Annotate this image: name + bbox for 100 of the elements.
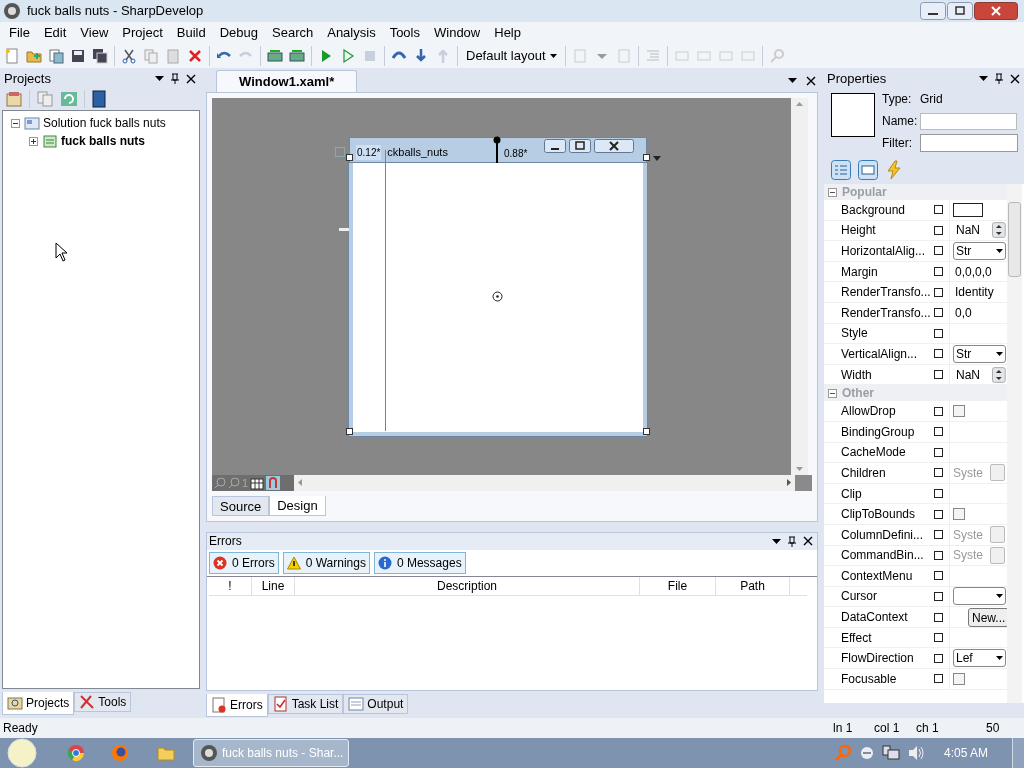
categorized-view-icon[interactable] [831, 160, 851, 180]
property-name[interactable]: ClipToBounds [824, 505, 931, 524]
tray-circle-icon[interactable] [859, 746, 874, 760]
filter-button[interactable]: 0 Errors [209, 551, 279, 574]
property-name[interactable]: HorizontalAlig... [824, 242, 931, 260]
window-title-bar[interactable]: 0.12* ckballs_nuts 0.88* [349, 136, 647, 163]
column-splitter-handle[interactable] [493, 135, 501, 163]
save-all-icon[interactable] [92, 47, 108, 64]
scroll-right-icon[interactable] [787, 479, 791, 487]
dropdown-icon[interactable] [788, 78, 797, 84]
snap-grid-icon[interactable] [250, 475, 265, 490]
pane-tab[interactable]: Projects [2, 692, 75, 715]
step-into-icon[interactable] [413, 47, 429, 64]
reset-marker-icon[interactable] [934, 287, 943, 297]
reset-marker-icon[interactable] [934, 205, 943, 215]
property-name[interactable]: AllowDrop [824, 402, 931, 421]
cut-icon[interactable] [121, 47, 137, 64]
menu-item[interactable]: View [73, 22, 116, 43]
property-value[interactable]: 0,0 [953, 303, 972, 322]
property-name[interactable]: BindingGroup [824, 422, 931, 441]
filter-button[interactable]: 0 Messages [373, 551, 466, 574]
book-icon[interactable] [91, 89, 107, 108]
property-name[interactable]: Effect [824, 628, 931, 647]
pane-tab[interactable]: Task List [267, 694, 344, 715]
reset-marker-icon[interactable] [934, 653, 943, 663]
menu-item[interactable]: Project [115, 22, 170, 43]
close-icon[interactable] [806, 75, 816, 86]
column-header[interactable]: ! [209, 576, 252, 595]
start-button[interactable] [7, 738, 37, 768]
reset-marker-icon[interactable] [934, 447, 943, 457]
pane-tab[interactable]: Output [343, 694, 409, 715]
checkbox[interactable] [953, 672, 965, 685]
reset-marker-icon[interactable] [934, 370, 943, 380]
resize-handle[interactable] [346, 427, 353, 435]
reset-marker-icon[interactable] [934, 349, 943, 359]
property-scrollbar[interactable] [1007, 184, 1022, 703]
reset-marker-icon[interactable] [934, 674, 943, 684]
reset-marker-icon[interactable] [934, 427, 943, 437]
reset-marker-icon[interactable] [934, 308, 943, 318]
property-name[interactable]: Background [824, 200, 931, 219]
document-tab[interactable]: Window1.xaml* [216, 69, 358, 92]
property-dropdown[interactable] [953, 587, 1006, 606]
collapse-icon[interactable] [828, 187, 837, 197]
filter-button[interactable]: 0 Warnings [282, 551, 370, 574]
pin-icon[interactable] [171, 73, 179, 84]
menu-item[interactable]: Build [169, 22, 213, 43]
property-name[interactable]: Clip [824, 484, 931, 503]
reset-marker-icon[interactable] [934, 633, 943, 643]
maximize-icon[interactable] [569, 138, 591, 153]
spin-button[interactable] [992, 222, 1006, 239]
row-handle-icon[interactable] [339, 227, 349, 231]
view-tab[interactable]: Design [269, 495, 326, 516]
reset-marker-icon[interactable] [934, 550, 943, 560]
property-name[interactable]: CommandBin... [824, 546, 931, 565]
reset-marker-icon[interactable] [934, 571, 943, 581]
menu-item[interactable]: Edit [36, 22, 74, 43]
dropdown-icon[interactable] [772, 538, 781, 544]
reset-marker-icon[interactable] [934, 406, 943, 416]
reset-marker-icon[interactable] [934, 468, 943, 478]
tree-item[interactable]: Solution fuck balls nuts [43, 114, 166, 132]
alphabetical-view-icon[interactable] [858, 160, 878, 180]
chrome-icon[interactable] [67, 744, 85, 762]
volume-icon[interactable] [907, 745, 926, 761]
menu-item[interactable]: Analysis [320, 22, 383, 43]
color-swatch[interactable] [953, 202, 983, 217]
property-name[interactable]: Style [824, 324, 931, 343]
resize-handle[interactable] [643, 427, 650, 435]
close-icon[interactable] [803, 536, 813, 547]
minimize-icon[interactable] [544, 138, 566, 153]
collapse-icon[interactable] [11, 118, 20, 128]
property-name[interactable]: RenderTransfo... [824, 303, 931, 322]
reset-marker-icon[interactable] [934, 328, 943, 338]
filter-field[interactable] [920, 134, 1018, 152]
reset-marker-icon[interactable] [934, 509, 943, 519]
property-name[interactable]: CacheMode [824, 443, 931, 462]
menu-item[interactable]: File [2, 22, 37, 43]
pin-icon[interactable] [788, 535, 796, 547]
resize-handle[interactable] [346, 153, 353, 161]
reset-marker-icon[interactable] [934, 246, 943, 256]
property-value[interactable]: 0,0,0,0 [953, 262, 992, 281]
firefox-icon[interactable] [111, 744, 129, 762]
save-icon[interactable] [70, 47, 86, 64]
property-name[interactable]: ContextMenu [824, 566, 931, 585]
minimize-icon[interactable] [920, 2, 946, 20]
property-value[interactable]: NaN [953, 365, 993, 384]
dropdown-icon[interactable] [155, 76, 164, 81]
dropdown-icon[interactable] [979, 76, 988, 81]
pin-icon[interactable] [995, 73, 1003, 84]
property-name[interactable]: FlowDirection [824, 649, 931, 668]
new-button[interactable]: New... [968, 607, 1010, 627]
reset-marker-icon[interactable] [934, 267, 943, 277]
column-header[interactable]: Path [716, 576, 790, 595]
maximize-icon[interactable] [947, 2, 973, 20]
close-icon[interactable] [186, 73, 196, 84]
property-dropdown[interactable]: Lef [953, 649, 1006, 668]
close-icon[interactable] [594, 138, 634, 153]
property-value[interactable]: Identity [953, 283, 994, 302]
property-name[interactable]: Children [824, 463, 931, 482]
delete-icon[interactable] [187, 47, 203, 64]
reset-marker-icon[interactable] [934, 489, 943, 498]
